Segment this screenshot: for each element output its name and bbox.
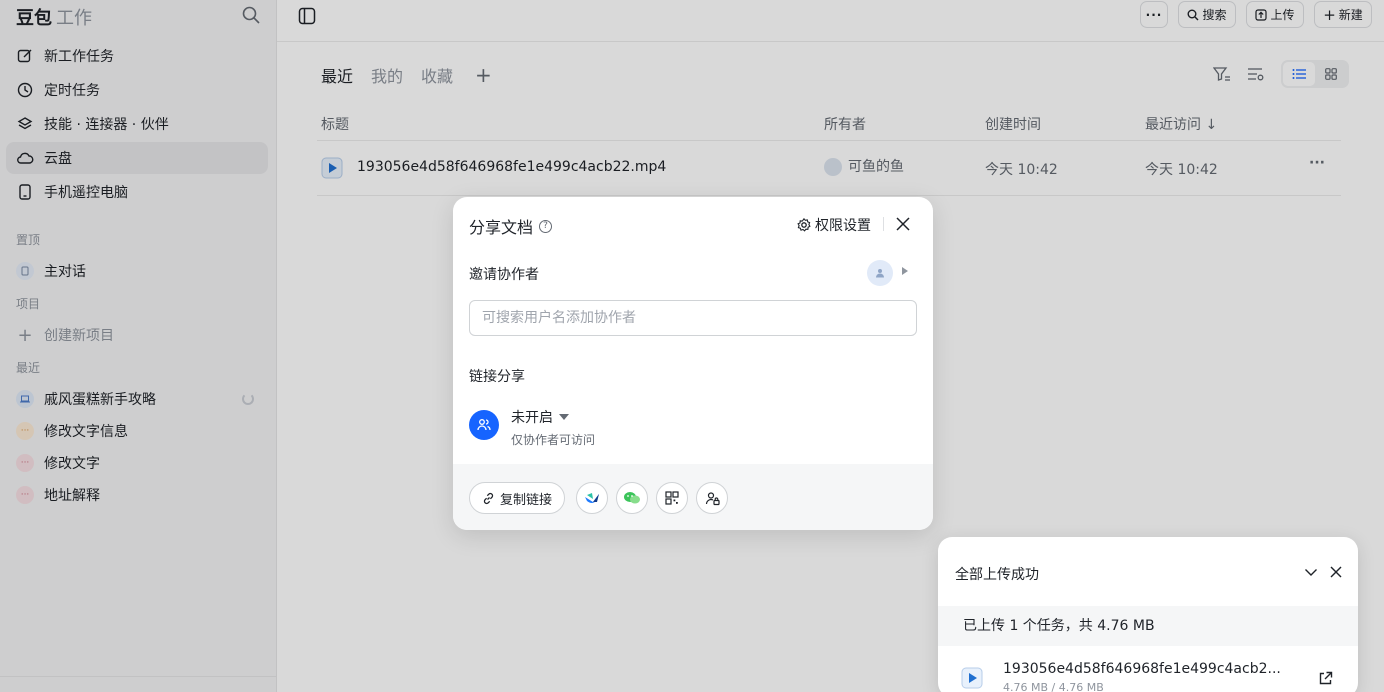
header-divider (883, 217, 884, 231)
caret-down-icon (559, 414, 569, 420)
link-status-description: 仅协作者可访问 (511, 433, 596, 447)
qr-code-icon (665, 491, 679, 505)
chevron-right-icon[interactable] (902, 267, 908, 275)
upload-status-panel: 全部上传成功 已上传 1 个任务，共 4.76 MB 193056e4d58f6… (938, 537, 1358, 692)
uploaded-file-name[interactable]: 193056e4d58f646968fe1e499c4acb2... (1003, 661, 1281, 677)
permission-settings-label: 权限设置 (815, 218, 871, 234)
share-settings-button[interactable] (696, 482, 728, 514)
qr-code-button[interactable] (656, 482, 688, 514)
permission-settings-button[interactable]: 权限设置 (797, 215, 871, 235)
share-to-wechat-button[interactable] (616, 482, 648, 514)
link-icon (483, 492, 494, 504)
link-status-dropdown[interactable]: 未开启 (511, 407, 569, 427)
users-icon (477, 419, 491, 431)
user-icon (876, 269, 884, 278)
chevron-down-icon[interactable] (1304, 565, 1318, 579)
user-lock-icon (705, 491, 720, 505)
share-dialog: 分享文档 ? 权限设置 邀请协作者 链接分享 未开启 仅协作者可访问 复制链接 (453, 197, 933, 530)
upload-panel-title: 全部上传成功 (955, 567, 1039, 583)
link-share-icon (469, 410, 499, 440)
link-share-label: 链接分享 (469, 369, 525, 385)
copy-link-label: 复制链接 (500, 492, 553, 508)
upload-summary: 已上传 1 个任务，共 4.76 MB (938, 606, 1358, 646)
video-file-icon (961, 667, 983, 689)
invite-search-input[interactable] (469, 300, 917, 336)
uploaded-file-size: 4.76 MB / 4.76 MB (1003, 681, 1104, 692)
share-actions: 复制链接 (453, 464, 933, 530)
wechat-logo-icon (624, 492, 640, 504)
close-icon[interactable] (1329, 565, 1343, 579)
share-to-lark-button[interactable] (576, 482, 608, 514)
gear-icon (797, 218, 811, 232)
help-icon[interactable]: ? (539, 219, 553, 233)
collaborator-avatar[interactable] (867, 260, 893, 286)
copy-link-button[interactable]: 复制链接 (469, 482, 566, 514)
dialog-title: 分享文档 ? (469, 214, 553, 238)
invite-section-label: 邀请协作者 (469, 267, 539, 283)
open-external-icon[interactable] (1318, 671, 1333, 686)
lark-logo-icon (585, 493, 599, 503)
link-status-value: 未开启 (511, 410, 553, 426)
dialog-title-text: 分享文档 (469, 218, 534, 237)
close-icon[interactable] (894, 215, 912, 233)
